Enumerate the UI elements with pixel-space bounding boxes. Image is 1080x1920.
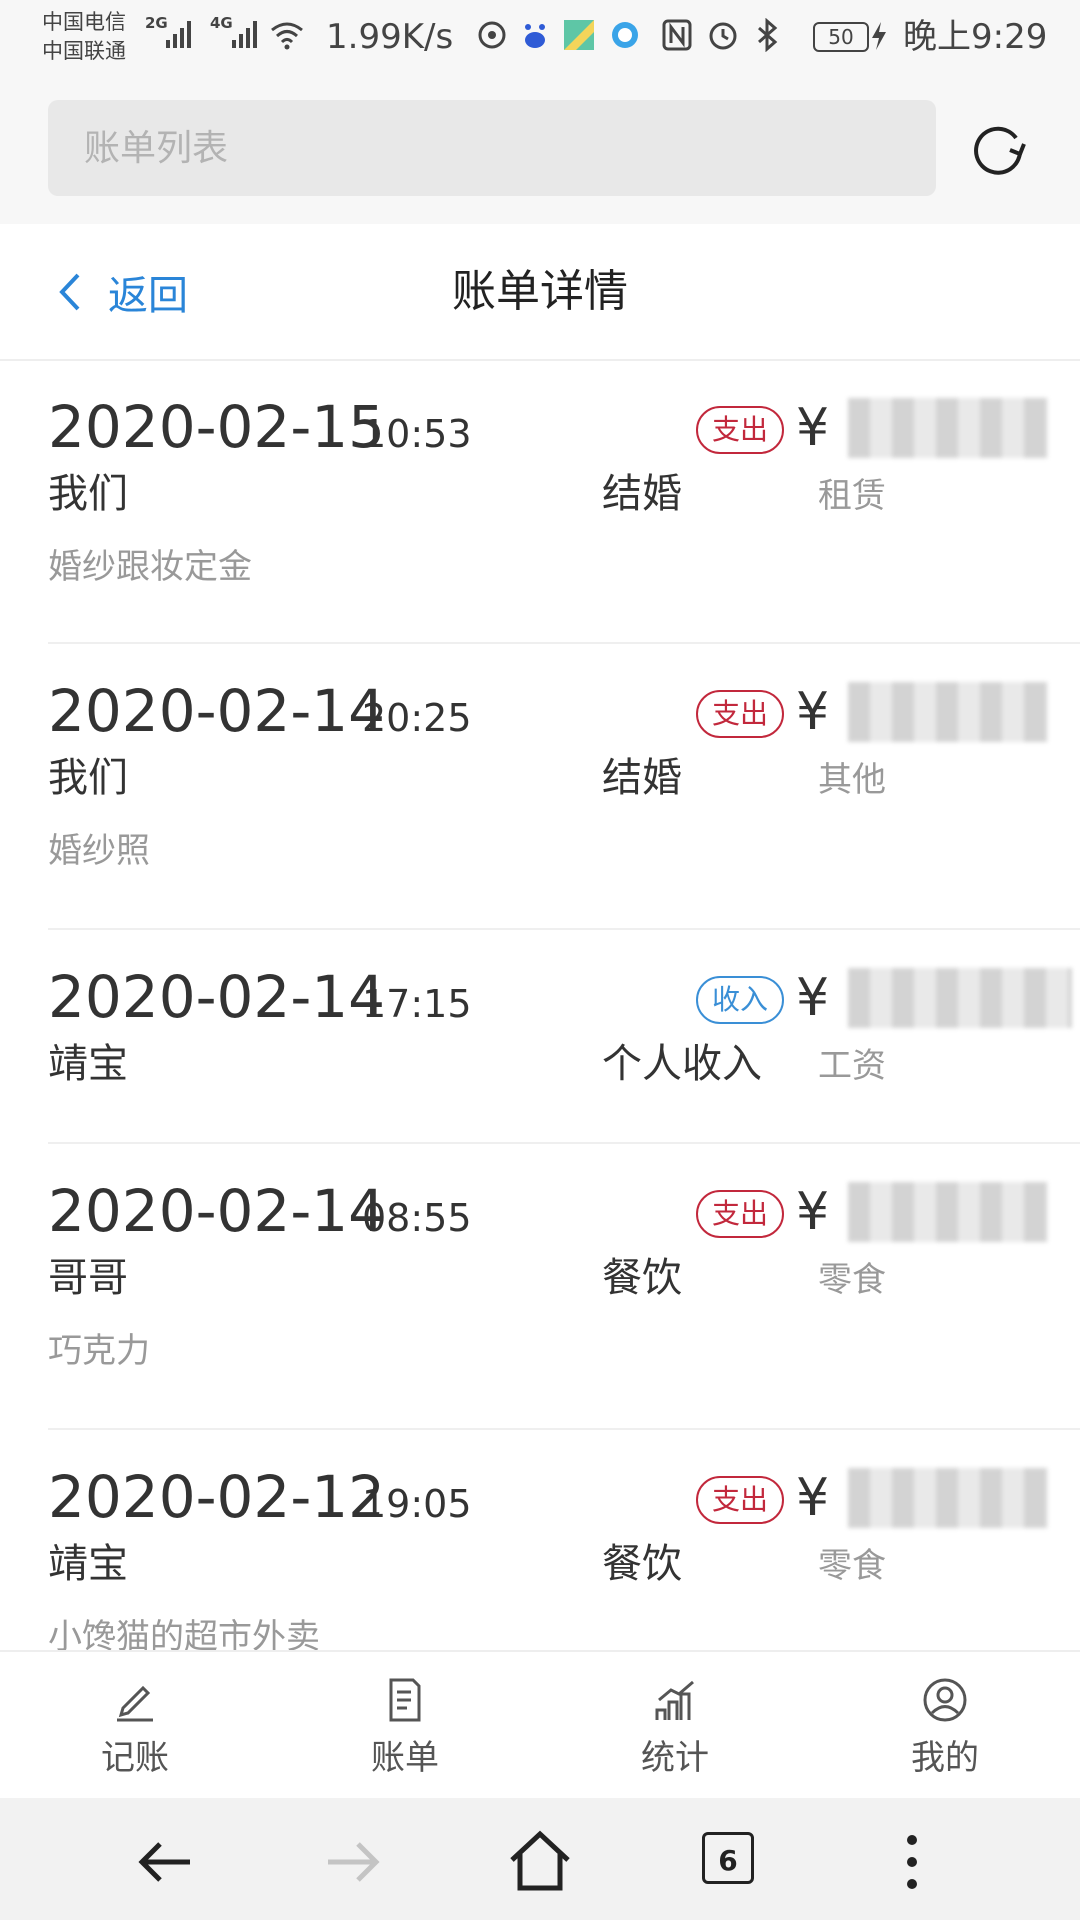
tab-label: 统计 bbox=[641, 1738, 709, 1778]
bill-category: 个人收入 bbox=[602, 1041, 762, 1087]
bill-item[interactable]: 2020-02-14 08:55 支出 ¥ 哥哥 餐饮 零食 巧克力 bbox=[48, 1144, 1080, 1430]
bill-category: 餐饮 bbox=[602, 1541, 682, 1587]
reload-icon[interactable] bbox=[966, 116, 1030, 180]
carrier-names: 中国电信 中国联通 bbox=[42, 8, 126, 66]
amount-redacted bbox=[848, 1468, 1048, 1528]
network-4g-label: 4G bbox=[210, 14, 233, 32]
tab-record[interactable]: 记账 bbox=[0, 1652, 270, 1800]
currency-symbol: ¥ bbox=[796, 1468, 830, 1528]
baidu-icon bbox=[525, 24, 545, 48]
bill-time: 10:53 bbox=[362, 412, 472, 456]
carrier-1: 中国电信 bbox=[42, 10, 126, 34]
bill-category: 结婚 bbox=[602, 755, 682, 801]
bill-subcategory: 其他 bbox=[818, 760, 886, 800]
currency-symbol: ¥ bbox=[796, 1182, 830, 1242]
bill-member: 我们 bbox=[48, 471, 128, 517]
bill-item[interactable]: 2020-02-15 10:53 支出 ¥ 我们 结婚 租赁 婚纱跟妆定金 bbox=[48, 360, 1080, 644]
tab-bills[interactable]: 账单 bbox=[270, 1652, 540, 1800]
tab-label: 记账 bbox=[101, 1738, 169, 1778]
bill-date: 2020-02-14 bbox=[48, 1177, 386, 1245]
bill-member: 靖宝 bbox=[48, 1041, 128, 1087]
tab-label: 我的 bbox=[911, 1738, 979, 1778]
bill-item[interactable]: 2020-02-14 17:15 收入 ¥ 靖宝 个人收入 工资 bbox=[48, 930, 1080, 1144]
address-input[interactable] bbox=[48, 100, 936, 196]
bill-time: 19:05 bbox=[362, 1482, 472, 1526]
back-arrow-icon[interactable] bbox=[130, 1826, 202, 1898]
netease-icon bbox=[478, 21, 506, 49]
browser-nav-bar: 6 bbox=[0, 1798, 1080, 1920]
browser-app-icon bbox=[612, 22, 638, 48]
browser-address-bar bbox=[0, 76, 1080, 224]
bill-date: 2020-02-15 bbox=[48, 393, 386, 461]
nfc-icon bbox=[662, 19, 692, 51]
bill-date: 2020-02-14 bbox=[48, 677, 386, 745]
signal-icon-2 bbox=[232, 18, 257, 48]
pencil-icon bbox=[117, 1685, 153, 1722]
forward-arrow-icon[interactable] bbox=[316, 1826, 388, 1898]
bluetooth-icon bbox=[758, 18, 778, 52]
bill-member: 靖宝 bbox=[48, 1541, 128, 1587]
bill-note: 婚纱照 bbox=[48, 831, 150, 871]
back-button[interactable]: 返回 bbox=[56, 262, 188, 322]
expense-badge: 支出 bbox=[696, 1190, 784, 1238]
bill-category: 餐饮 bbox=[602, 1255, 682, 1301]
signal-icon bbox=[166, 18, 191, 48]
bill-icon bbox=[389, 1678, 421, 1722]
bottom-tab-bar: 记账 账单 统计 我的 bbox=[0, 1650, 1080, 1800]
battery-icon: 50 bbox=[813, 22, 869, 52]
tabs-count-button[interactable]: 6 bbox=[702, 1832, 754, 1884]
network-2g-label: 2G bbox=[145, 14, 168, 32]
network-speed: 1.99K/s bbox=[326, 17, 454, 57]
currency-symbol: ¥ bbox=[796, 968, 830, 1028]
amount-redacted bbox=[848, 1182, 1048, 1242]
bill-item[interactable]: 2020-02-12 19:05 支出 ¥ 靖宝 餐饮 零食 小馋猫的超市外卖 bbox=[48, 1430, 1080, 1650]
maps-icon bbox=[564, 20, 594, 50]
battery-level: 50 bbox=[828, 25, 854, 49]
bill-subcategory: 零食 bbox=[818, 1546, 886, 1586]
income-badge: 收入 bbox=[696, 976, 784, 1024]
bill-member: 我们 bbox=[48, 755, 128, 801]
tab-profile[interactable]: 我的 bbox=[810, 1652, 1080, 1800]
currency-symbol: ¥ bbox=[796, 682, 830, 742]
amount-redacted bbox=[848, 682, 1048, 742]
bill-item[interactable]: 2020-02-14 20:25 支出 ¥ 我们 结婚 其他 婚纱照 bbox=[48, 644, 1080, 930]
amount-redacted bbox=[848, 398, 1048, 458]
bill-list: 2020-02-15 10:53 支出 ¥ 我们 结婚 租赁 婚纱跟妆定金 20… bbox=[0, 360, 1080, 1650]
bill-subcategory: 工资 bbox=[818, 1046, 886, 1086]
bill-note: 小馋猫的超市外卖 bbox=[48, 1617, 320, 1650]
bill-note: 婚纱跟妆定金 bbox=[48, 547, 252, 587]
wifi-icon bbox=[271, 22, 303, 50]
bill-time: 20:25 bbox=[362, 696, 472, 740]
home-icon[interactable] bbox=[504, 1826, 576, 1898]
tabs-count: 6 bbox=[718, 1844, 738, 1877]
tab-label: 账单 bbox=[371, 1738, 439, 1778]
status-bar: 中国电信 中国联通 2G 4G 1.99K/s 50 晚上9:29 bbox=[0, 0, 1080, 76]
charging-icon bbox=[872, 22, 886, 50]
currency-symbol: ¥ bbox=[796, 398, 830, 458]
bill-subcategory: 租赁 bbox=[818, 476, 886, 516]
clock: 晚上9:29 bbox=[903, 17, 1048, 57]
chart-icon bbox=[655, 1680, 694, 1720]
app-header: 账单详情 返回 bbox=[0, 224, 1080, 361]
expense-badge: 支出 bbox=[696, 1476, 784, 1524]
back-label: 返回 bbox=[108, 273, 188, 319]
alarm-icon bbox=[709, 22, 737, 50]
bill-date: 2020-02-12 bbox=[48, 1463, 386, 1531]
chevron-left-icon bbox=[59, 273, 80, 311]
bill-subcategory: 零食 bbox=[818, 1260, 886, 1300]
profile-icon bbox=[923, 1678, 967, 1722]
bill-date: 2020-02-14 bbox=[48, 963, 386, 1031]
expense-badge: 支出 bbox=[696, 690, 784, 738]
more-menu-icon[interactable] bbox=[876, 1826, 948, 1898]
carrier-2: 中国联通 bbox=[42, 39, 126, 63]
bill-category: 结婚 bbox=[602, 471, 682, 517]
bill-member: 哥哥 bbox=[48, 1255, 128, 1301]
amount-redacted bbox=[848, 968, 1072, 1028]
tab-statistics[interactable]: 统计 bbox=[540, 1652, 810, 1800]
bill-time: 08:55 bbox=[362, 1196, 472, 1240]
bill-note: 巧克力 bbox=[48, 1331, 150, 1371]
expense-badge: 支出 bbox=[696, 406, 784, 454]
bill-time: 17:15 bbox=[362, 982, 472, 1026]
